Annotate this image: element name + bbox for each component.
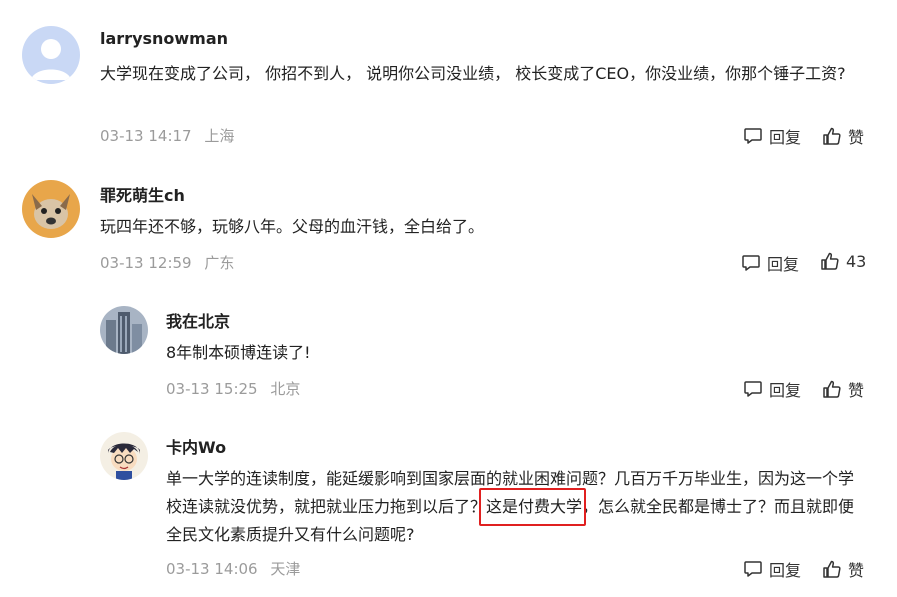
reply-button[interactable]: 回复 [743, 557, 801, 581]
like-button[interactable]: 赞 [822, 377, 864, 401]
building-avatar-icon[interactable] [100, 306, 148, 354]
reply-label: 回复 [769, 561, 802, 580]
comment-username[interactable]: 卡内Wo [166, 434, 226, 458]
like-label: 赞 [848, 381, 865, 400]
comment-location: 上海 [204, 127, 235, 145]
like-label: 赞 [848, 128, 865, 147]
thumbs-up-icon [823, 127, 841, 145]
reply-icon [742, 255, 760, 271]
like-button[interactable]: 赞 [822, 557, 864, 581]
reply-icon [744, 561, 762, 577]
highlight-box: 这是付费大学 [486, 497, 583, 516]
comment-date: 03-13 15:25 [166, 380, 258, 398]
comment-date: 03-13 12:59 [100, 254, 192, 272]
like-label: 赞 [848, 561, 865, 580]
comment-text: 单一大学的连读制度，能延缓影响到国家层面的就业困难问题？几百万千万毕业生，因为这… [166, 465, 868, 549]
like-button[interactable]: 赞 [822, 124, 864, 148]
reply-button[interactable]: 回复 [743, 124, 801, 148]
comment-username[interactable]: 我在北京 [166, 308, 230, 332]
thumbs-up-icon [823, 380, 841, 398]
dog-avatar-icon[interactable] [22, 180, 80, 238]
comment-username[interactable]: larrysnowman [100, 29, 228, 48]
comment-text: 玩四年还不够，玩够八年。父母的血汗钱，全白给了。 [100, 217, 485, 236]
comment-meta: 03-13 14:06 天津 [166, 558, 300, 579]
comment-meta: 03-13 14:17 上海 [100, 125, 234, 146]
comment-location: 北京 [270, 380, 301, 398]
comment-text: 大学现在变成了公司， 你招不到人， 说明你公司没业绩， 校长变成了CEO，你没业… [100, 64, 846, 83]
default-avatar-icon[interactable] [22, 26, 80, 84]
comment-meta: 03-13 12:59 广东 [100, 252, 234, 273]
comment-text: 8年制本硕博连读了! [166, 343, 311, 362]
comment-location: 广东 [204, 254, 235, 272]
like-count: 43 [846, 251, 867, 271]
thumbs-up-icon [823, 560, 841, 578]
reply-label: 回复 [769, 381, 802, 400]
comment-date: 03-13 14:06 [166, 560, 258, 578]
reply-icon [744, 381, 762, 397]
reply-button[interactable]: 回复 [741, 251, 799, 275]
comment-username[interactable]: 罪死萌生ch [100, 182, 185, 206]
cartoon-avatar-icon[interactable] [100, 432, 148, 480]
thumbs-up-icon [821, 252, 839, 270]
comment-location: 天津 [270, 560, 301, 578]
reply-icon [744, 128, 762, 144]
like-button[interactable]: 43 [820, 251, 866, 271]
reply-button[interactable]: 回复 [743, 377, 801, 401]
reply-label: 回复 [767, 255, 800, 274]
reply-label: 回复 [769, 128, 802, 147]
comment-date: 03-13 14:17 [100, 127, 192, 145]
comment-meta: 03-13 15:25 北京 [166, 378, 300, 399]
